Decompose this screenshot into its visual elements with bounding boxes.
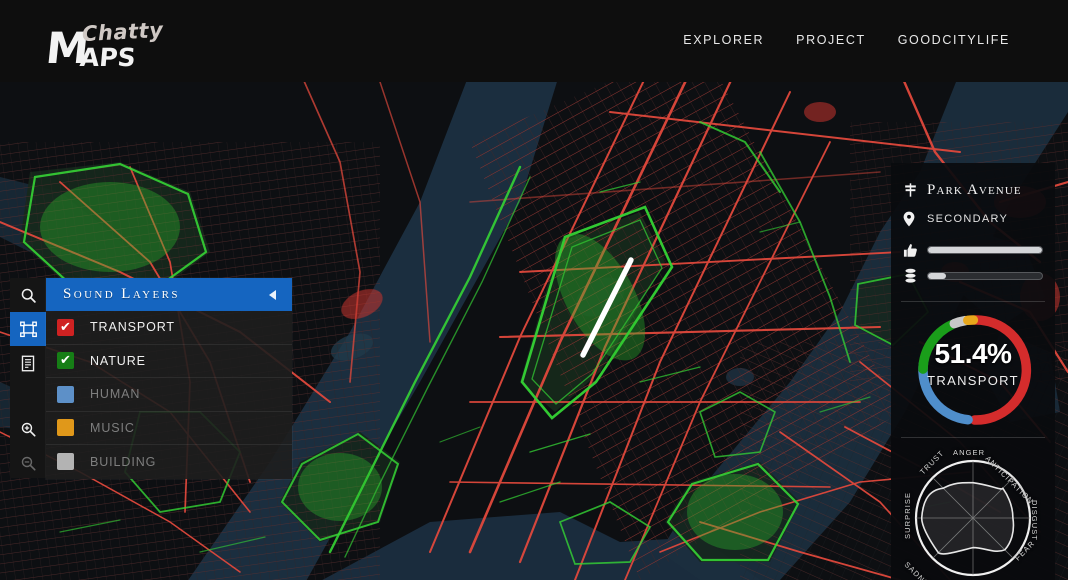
- layer-row-nature[interactable]: ✔ NATURE: [46, 345, 292, 378]
- street-name-row: Park Avenue: [891, 173, 1055, 207]
- data-volume-bar: [927, 272, 1043, 280]
- sound-composition-donut-chart: 51.4% TRANSPORT: [891, 302, 1055, 437]
- main-nav: EXPLORER PROJECT GOODCITYLIFE: [683, 33, 1010, 47]
- map-toolbar: [10, 278, 46, 478]
- popularity-bar-fill: [928, 247, 1042, 253]
- emotion-label-disgust: DISGUST: [1030, 500, 1039, 542]
- search-icon: [20, 287, 37, 304]
- layer-checkbox-human[interactable]: [57, 385, 74, 403]
- map-pin-icon: [903, 211, 927, 227]
- database-icon: [903, 268, 927, 284]
- layer-label-building: BUILDING: [90, 454, 157, 469]
- nav-link-goodcitylife[interactable]: GOODCITYLIFE: [898, 33, 1010, 47]
- sound-layers-header: Sound Layers: [46, 278, 292, 311]
- layer-row-building[interactable]: BUILDING: [46, 445, 292, 479]
- search-tool-button[interactable]: [10, 278, 46, 312]
- zoom-out-tool-button[interactable]: [10, 446, 46, 480]
- chevron-left-icon[interactable]: [269, 289, 276, 300]
- popularity-bar: [927, 246, 1043, 254]
- list-icon: [20, 355, 36, 372]
- zoom-in-icon: [20, 421, 37, 438]
- layer-label-human: HUMAN: [90, 387, 141, 402]
- area-select-tool-button[interactable]: [10, 312, 46, 346]
- popularity-row: [891, 237, 1055, 263]
- layer-label-transport: TRANSPORT: [90, 320, 175, 335]
- street-info-panel: Park Avenue SECONDARY 51.4% TRANSPORT AN…: [891, 163, 1055, 580]
- layer-row-music[interactable]: MUSIC: [46, 412, 292, 445]
- street-type: SECONDARY: [927, 213, 1009, 225]
- nav-link-explorer[interactable]: EXPLORER: [683, 33, 764, 47]
- data-volume-row: [891, 263, 1055, 289]
- sound-layers-title: Sound Layers: [63, 286, 180, 302]
- layer-label-nature: NATURE: [90, 353, 146, 368]
- thumbs-up-icon: [903, 243, 927, 258]
- sound-layers-panel: Sound Layers ✔ TRANSPORT ✔ NATURE HUMAN …: [46, 278, 292, 479]
- logo-word-chatty: Chatty: [81, 17, 164, 47]
- zoom-out-icon: [20, 455, 37, 472]
- check-icon: ✔: [60, 319, 71, 335]
- layer-row-transport[interactable]: ✔ TRANSPORT: [46, 311, 292, 345]
- zoom-in-tool-button[interactable]: [10, 412, 46, 446]
- emotion-radar-chart: ANGER ANTICIPATION DISGUST FEAR JOY SADN…: [891, 438, 1055, 580]
- layer-checkbox-music[interactable]: [57, 419, 74, 437]
- layer-checkbox-transport[interactable]: ✔: [57, 318, 74, 336]
- application-root: M Chatty APS EXPLORER PROJECT GOODCITYLI…: [0, 0, 1068, 580]
- street-name: Park Avenue: [927, 181, 1022, 198]
- emotion-label-anger: ANGER: [953, 448, 986, 457]
- layer-row-human[interactable]: HUMAN: [46, 378, 292, 412]
- nav-link-project[interactable]: PROJECT: [796, 33, 866, 47]
- data-volume-bar-fill: [928, 273, 947, 279]
- layer-label-music: MUSIC: [90, 420, 135, 435]
- street-type-row: SECONDARY: [891, 207, 1055, 231]
- area-select-icon: [19, 320, 38, 339]
- site-header: M Chatty APS EXPLORER PROJECT GOODCITYLI…: [0, 0, 1068, 82]
- layer-checkbox-nature[interactable]: ✔: [57, 352, 74, 370]
- logo-word-aps: APS: [78, 43, 137, 72]
- emotion-label-surprise: SURPRISE: [903, 491, 912, 539]
- logo[interactable]: M Chatty APS: [43, 14, 236, 74]
- check-icon: ✔: [60, 353, 71, 369]
- road-sign-icon: [903, 182, 927, 198]
- legend-tool-button[interactable]: [10, 346, 46, 380]
- layer-checkbox-building[interactable]: [57, 453, 74, 471]
